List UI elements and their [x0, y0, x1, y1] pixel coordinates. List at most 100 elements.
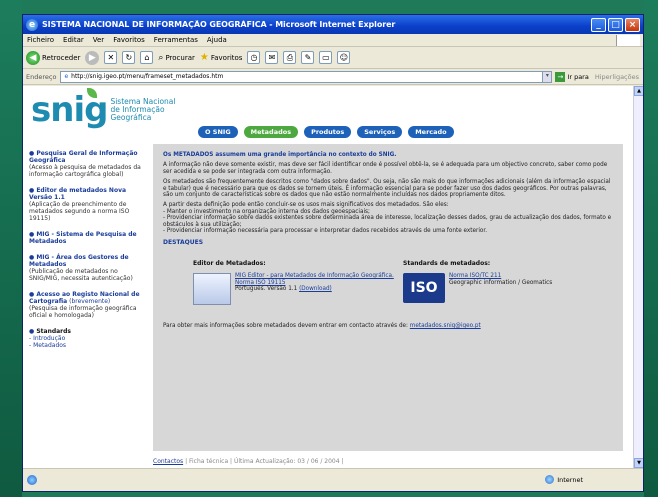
sidebar-link-introducao[interactable]: - Introdução	[29, 335, 65, 342]
footer-text: | Ficha técnica | Última Actualização: 0…	[185, 458, 344, 465]
iso-item: ISO Norma ISO/TC 211 Geographic informat…	[403, 273, 613, 304]
page-icon: e	[64, 73, 69, 80]
forward-button[interactable]: ▶	[85, 50, 100, 65]
sidebar-item-editor[interactable]: ● Editor de metadados Nova Versão 1.1 (A…	[29, 187, 149, 222]
toolbar: ◀ Retroceder ▶ ✕ ↻ ⌂ ⌕ Procurar ★ Favori…	[23, 47, 643, 69]
nav-o-snig[interactable]: O SNIG	[198, 126, 238, 138]
favorites-button[interactable]: ★ Favoritos	[200, 52, 243, 63]
home-icon[interactable]: ⌂	[140, 51, 154, 64]
vertical-scrollbar[interactable]: ▲ ▼	[633, 86, 643, 468]
iso-logo-icon[interactable]: ISO	[403, 273, 445, 304]
desktop-background-right	[644, 0, 658, 497]
sidebar-item-head[interactable]: Editor de metadados Nova Versão 1.1	[29, 187, 126, 201]
menu-favoritos[interactable]: Favoritos	[113, 36, 145, 44]
contactos-link[interactable]: Contactos	[153, 458, 183, 465]
sidebar-item-registo[interactable]: ● Acesso ao Registo Nacional de Cartogra…	[29, 291, 149, 319]
maximize-button[interactable]: □	[608, 17, 623, 32]
zone-label: Internet	[557, 475, 583, 484]
messenger-icon[interactable]: ☺	[337, 51, 351, 64]
desktop-background-left	[0, 0, 22, 497]
history-icon[interactable]: ◷	[247, 51, 261, 64]
menu-ferramentas[interactable]: Ferramentas	[154, 36, 198, 44]
title-bar: e SISTEMA NACIONAL DE INFORMAÇÃO GEOGRÁF…	[23, 15, 643, 34]
search-icon: ⌕	[158, 52, 164, 63]
logo-subtitle: Sistema Nacional de Informação Geográfic…	[110, 98, 175, 122]
browser-window: e SISTEMA NACIONAL DE INFORMAÇÃO GEOGRÁF…	[22, 14, 644, 492]
star-icon: ★	[199, 52, 209, 63]
address-dropdown-icon[interactable]: ▾	[542, 70, 553, 83]
back-button[interactable]: ◀ Retroceder	[26, 50, 81, 65]
contact-email-link[interactable]: metadados.snig@igeo.pt	[410, 323, 481, 329]
minimize-button[interactable]: _	[591, 17, 606, 32]
sidebar-item-head[interactable]: MIG - Sistema de Pesquisa de Metadados	[29, 231, 137, 245]
editor-version: Português. Versão 1.1	[235, 286, 298, 293]
usage-bullet: - Providenciar informação sobre dados ex…	[163, 215, 612, 228]
edit-icon[interactable]: ✎	[301, 51, 315, 64]
page-header: snig Sistema Nacional de Informação Geog…	[23, 86, 633, 143]
sidebar-link-metadados[interactable]: - Metadados	[29, 342, 66, 349]
sidebar: ● Pesquisa Geral de Informação Geográfic…	[23, 144, 153, 468]
standards-title: Standards de metadados:	[403, 259, 491, 267]
menu-editar[interactable]: Editar	[63, 36, 84, 44]
contact-line: Para obter mais informações sobre metada…	[163, 323, 613, 329]
page-status-icon	[27, 475, 37, 485]
nav-servicos[interactable]: Serviços	[357, 126, 403, 138]
close-button[interactable]: ×	[625, 17, 640, 32]
nav-produtos[interactable]: Produtos	[304, 126, 352, 138]
forward-arrow-icon: ▶	[85, 50, 100, 65]
windows-logo-icon	[616, 34, 640, 46]
sidebar-item-pesquisa-geral[interactable]: ● Pesquisa Geral de Informação Geográfic…	[29, 150, 149, 178]
go-button[interactable]: → Ir para	[555, 71, 589, 82]
sidebar-item-mig-pesquisa[interactable]: ● MIG - Sistema de Pesquisa de Metadados	[29, 231, 149, 245]
menu-ajuda[interactable]: Ajuda	[207, 36, 227, 44]
refresh-icon[interactable]: ↻	[122, 51, 136, 64]
scroll-down-icon[interactable]: ▼	[634, 458, 643, 468]
sidebar-item-extra: (brevemente)	[69, 298, 111, 305]
main-content: Os METADADOS assumem uma grande importân…	[153, 144, 623, 451]
nav-mercado[interactable]: Mercado	[408, 126, 454, 138]
page-viewport: snig Sistema Nacional de Informação Geog…	[23, 86, 643, 468]
iso-item-text: Norma ISO/TC 211 Geographic information …	[449, 273, 552, 303]
page-footer: Contactos | Ficha técnica | Última Actua…	[153, 451, 633, 468]
sidebar-item-head[interactable]: Pesquisa Geral de Informação Geográfica	[29, 150, 138, 164]
menu-ver[interactable]: Ver	[93, 36, 104, 44]
ie-logo-icon: e	[26, 18, 38, 31]
download-link[interactable]: (Download)	[299, 286, 332, 292]
iso-desc: Geographic information / Geomatics	[449, 279, 553, 286]
standards-column: Standards de metadados: ISO Norma ISO/TC…	[403, 259, 613, 305]
editor-screenshot-thumbnail[interactable]	[193, 273, 231, 306]
main-nav: O SNIG Metadados Produtos Serviços Merca…	[198, 126, 460, 138]
sidebar-item-desc: (Publicação de metadados no SNIG/MIG, ne…	[29, 268, 133, 282]
snig-logo[interactable]: snig Sistema Nacional de Informação Geog…	[31, 88, 175, 130]
globe-icon	[545, 475, 555, 484]
destaques-row: Editor de Metadados: MIG Editor - para M…	[163, 259, 613, 306]
address-input[interactable]: e http://snig.igeo.pt/menu/frameset_meta…	[60, 70, 544, 83]
menu-ficheiro[interactable]: Ficheiro	[27, 36, 54, 44]
address-url: http://snig.igeo.pt/menu/frameset_metada…	[71, 73, 224, 80]
address-bar: Endereço e http://snig.igeo.pt/menu/fram…	[23, 69, 643, 85]
destaques-heading: DESTAQUES	[163, 239, 204, 247]
contact-text: Para obter mais informações sobre metada…	[163, 323, 408, 330]
sidebar-item-mig-gestores[interactable]: ● MIG - Área dos Gestores de Metadados (…	[29, 254, 149, 282]
scroll-up-icon[interactable]: ▲	[634, 86, 643, 96]
window-title: SISTEMA NACIONAL DE INFORMAÇÃO GEOGRÁFIC…	[42, 20, 396, 29]
links-label[interactable]: Hiperligações	[595, 73, 639, 81]
paragraph: Os metadados são frequentemente descrito…	[163, 179, 611, 199]
editor-title: Editor de Metadados:	[193, 259, 266, 267]
editor-link[interactable]: MIG Editor - para Metadados de Informaçã…	[235, 273, 394, 280]
search-button[interactable]: ⌕ Procurar	[158, 53, 194, 63]
go-arrow-icon: →	[555, 71, 566, 82]
print-icon[interactable]: ⎙	[283, 51, 297, 64]
editor-column: Editor de Metadados: MIG Editor - para M…	[193, 259, 403, 306]
stop-icon[interactable]: ✕	[104, 51, 118, 64]
mail-icon[interactable]: ✉	[265, 51, 279, 64]
nav-metadados[interactable]: Metadados	[243, 126, 299, 138]
address-label: Endereço	[26, 72, 57, 81]
logo-sub-line: Geográfica	[110, 113, 152, 122]
sidebar-item-head[interactable]: MIG - Área dos Gestores de Metadados	[29, 254, 129, 268]
search-label: Procurar	[165, 53, 195, 62]
folder-icon[interactable]: ▭	[319, 51, 333, 64]
paragraph: A informação não deve somente existir, m…	[163, 162, 608, 175]
sidebar-item-desc: (Acesso à pesquisa de metadados da infor…	[29, 164, 141, 178]
back-label: Retroceder	[42, 53, 81, 62]
